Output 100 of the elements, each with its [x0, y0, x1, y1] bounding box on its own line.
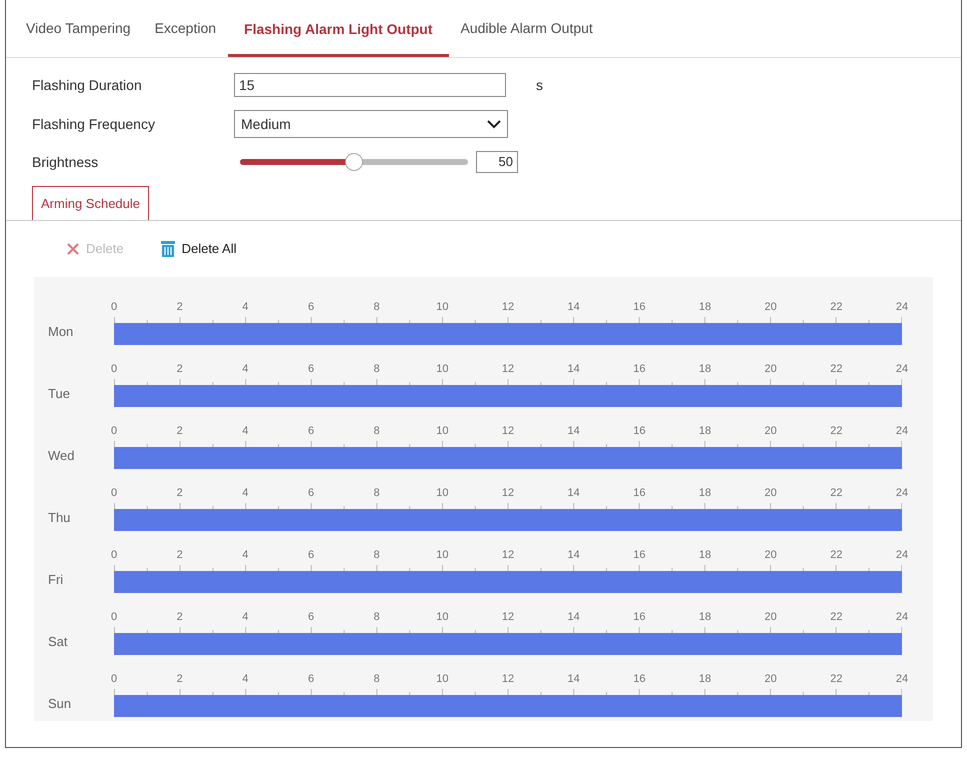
hour-label: 0: [110, 362, 118, 377]
hour-label: 2: [176, 548, 183, 563]
hour-label: 6: [308, 300, 314, 315]
hour-label: 4: [242, 672, 248, 687]
day-label: Thu: [47, 508, 72, 526]
hour-label: 2: [176, 486, 183, 501]
hour-label: 4: [242, 486, 248, 501]
hour-label: 6: [308, 424, 314, 439]
day-label: Mon: [47, 322, 74, 340]
hour-label: 0: [110, 300, 118, 315]
hour-label: 4: [242, 362, 248, 377]
hour-label: 18: [698, 300, 712, 315]
field-label: Brightness: [32, 152, 100, 172]
brightness-value-field[interactable]: 50: [476, 151, 518, 173]
hour-label: 2: [176, 424, 183, 439]
hour-label: 0: [110, 610, 118, 625]
hour-scale-icon: [114, 317, 902, 323]
hour-label: 22: [830, 672, 842, 687]
hour-label: 18: [698, 672, 712, 687]
hour-label: 10: [436, 548, 448, 563]
hour-label: 24: [896, 300, 908, 315]
hour-label: 2: [176, 362, 183, 377]
day-label: Fri: [47, 570, 64, 588]
hour-label: 6: [308, 610, 314, 625]
hour-label: 18: [698, 362, 712, 377]
tab[interactable]: Audible Alarm Output: [448, 10, 605, 57]
hour-label: 24: [896, 672, 908, 687]
schedule-tab[interactable]: Arming Schedule: [32, 186, 149, 220]
hour-label: 24: [896, 610, 908, 625]
hour-label: 14: [568, 300, 580, 315]
hour-label: 10: [436, 672, 448, 687]
hour-scale-icon: [114, 689, 902, 695]
hour-label: 14: [568, 548, 580, 563]
hour-label: 22: [830, 486, 842, 501]
hour-label: 10: [436, 300, 448, 315]
day-label: Sat: [47, 632, 69, 650]
hour-label: 8: [374, 362, 380, 377]
hour-label: 10: [436, 486, 448, 501]
hour-label: 12: [502, 548, 514, 563]
hour-label: 8: [374, 486, 380, 501]
hour-label: 16: [633, 672, 646, 687]
hour-label: 16: [633, 486, 646, 501]
hour-label: 4: [242, 424, 248, 439]
hour-label: 20: [764, 424, 777, 439]
hour-label: 22: [830, 548, 842, 563]
hour-label: 12: [502, 424, 514, 439]
tab[interactable]: Video Tampering: [14, 10, 143, 57]
hour-label: 16: [633, 610, 646, 625]
hour-label: 6: [308, 362, 314, 377]
hour-scale-icon: [114, 565, 902, 571]
hour-label: 20: [764, 300, 777, 315]
hour-scale-icon: [114, 441, 902, 447]
hour-label: 18: [698, 424, 712, 439]
hour-label: 16: [633, 300, 646, 315]
hour-scale-icon: [114, 627, 902, 633]
hour-label: 24: [896, 424, 908, 439]
hour-label: 14: [568, 362, 580, 377]
hour-label: 24: [896, 362, 908, 377]
hour-label: 4: [242, 300, 248, 315]
day-label: Tue: [47, 384, 71, 402]
hour-label: 24: [896, 548, 908, 563]
hour-label: 20: [764, 486, 777, 501]
hour-label: 2: [176, 610, 183, 625]
hour-label: 20: [764, 672, 777, 687]
hour-label: 14: [568, 424, 580, 439]
hour-scale-icon: [114, 503, 902, 509]
hour-label: 14: [568, 486, 580, 501]
delete-all-button[interactable]: Delete All: [160, 239, 236, 259]
duration-field[interactable]: 15: [234, 73, 506, 97]
hour-label: 6: [308, 486, 314, 501]
tab[interactable]: Flashing Alarm Light Output: [228, 11, 449, 57]
day-label: Sun: [47, 694, 72, 712]
hour-label: 22: [830, 362, 842, 377]
hour-label: 24: [896, 486, 908, 501]
frequency-dropdown[interactable]: Medium: [234, 110, 508, 138]
hour-label: 10: [436, 424, 448, 439]
hour-label: 0: [110, 424, 118, 439]
hour-label: 18: [698, 610, 712, 625]
hour-label: 2: [176, 672, 183, 687]
hour-label: 14: [568, 672, 580, 687]
trash-icon: [160, 240, 176, 258]
hour-label: 22: [830, 610, 842, 625]
hour-label: 18: [698, 548, 712, 563]
hour-label: 0: [110, 672, 118, 687]
hour-label: 8: [374, 610, 380, 625]
hour-label: 12: [502, 362, 514, 377]
hour-label: 16: [633, 362, 646, 377]
hour-label: 0: [110, 486, 118, 501]
slider-thumb[interactable]: [345, 153, 363, 171]
hour-label: 8: [374, 672, 380, 687]
hour-label: 10: [436, 362, 448, 377]
hour-label: 16: [633, 548, 646, 563]
hour-label: 8: [374, 424, 380, 439]
hour-label: 8: [374, 300, 380, 315]
tab[interactable]: Exception: [142, 10, 228, 57]
hour-label: 22: [830, 300, 842, 315]
field-label: Flashing Duration: [32, 76, 143, 95]
unit-label: s: [536, 76, 543, 94]
brightness-slider[interactable]: [240, 153, 468, 171]
hour-label: 0: [110, 548, 118, 563]
